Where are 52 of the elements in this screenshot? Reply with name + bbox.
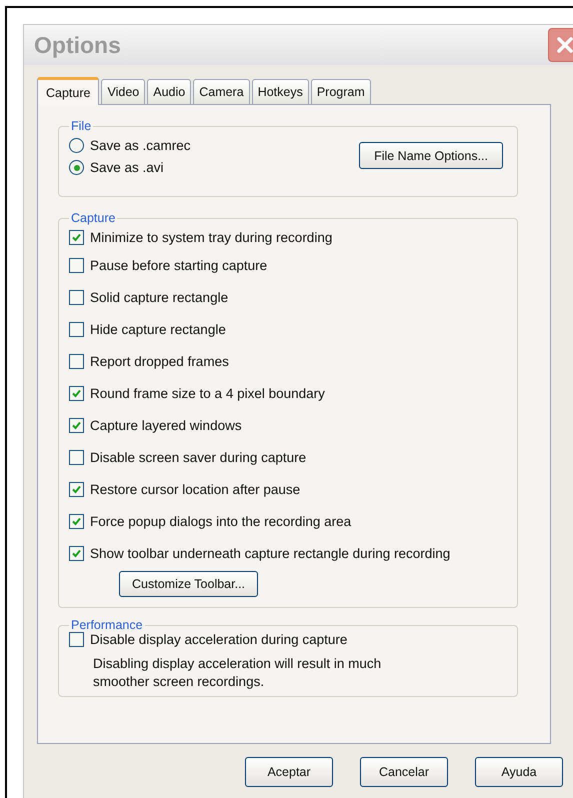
tab[interactable]: Hotkeys xyxy=(252,79,309,104)
radio-button[interactable] xyxy=(69,160,84,175)
check-icon xyxy=(71,232,82,242)
checkbox[interactable] xyxy=(69,258,84,272)
checkbox[interactable] xyxy=(69,546,84,560)
option-label: Restore cursor location after pause xyxy=(90,482,300,496)
tab[interactable]: Audio xyxy=(147,79,192,104)
group-title: Performance xyxy=(70,618,144,632)
tab[interactable]: Camera xyxy=(193,79,250,104)
checkbox[interactable] xyxy=(69,450,84,464)
checkbox[interactable] xyxy=(69,632,84,647)
check-icon xyxy=(71,548,82,558)
tab[interactable]: Program xyxy=(310,79,371,104)
window-title: Options xyxy=(34,32,121,58)
option-label: Save as .avi xyxy=(90,160,164,175)
option-label: Disable screen saver during capture xyxy=(90,450,306,464)
dialog-button[interactable]: Cancelar xyxy=(360,757,448,787)
checkbox[interactable] xyxy=(69,322,84,336)
option-label: Disable display acceleration during capture xyxy=(90,632,348,647)
check-icon xyxy=(71,484,82,494)
check-icon xyxy=(71,388,82,398)
option-label: Pause before starting capture xyxy=(90,258,268,272)
dialog-button[interactable]: Ayuda xyxy=(475,757,563,787)
check-icon xyxy=(71,420,82,430)
option-label: Force popup dialogs into the recording area xyxy=(90,514,352,528)
dialog-button[interactable]: Aceptar xyxy=(245,757,333,787)
customize-toolbar-button[interactable]: Customize Toolbar... xyxy=(119,571,258,597)
close-icon xyxy=(556,36,573,54)
tab[interactable]: Video xyxy=(101,79,146,104)
checkbox[interactable] xyxy=(69,386,84,400)
option-label: Solid capture rectangle xyxy=(90,290,228,304)
check-icon xyxy=(71,516,82,526)
checkbox[interactable] xyxy=(69,230,84,244)
option-label: Report dropped frames xyxy=(90,354,229,368)
option-label: Show toolbar underneath capture rectangle during recording xyxy=(90,546,450,560)
checkbox[interactable] xyxy=(69,482,84,496)
radio-button[interactable] xyxy=(69,138,84,153)
option-label: Save as .camrec xyxy=(90,138,191,153)
checkbox[interactable] xyxy=(69,354,84,368)
option-label: Hide capture rectangle xyxy=(90,322,226,336)
checkbox[interactable] xyxy=(69,514,84,528)
checkbox[interactable] xyxy=(69,418,84,432)
file-name-options-button[interactable]: File Name Options... xyxy=(359,142,503,169)
option-label: Round frame size to a 4 pixel boundary xyxy=(90,386,325,400)
note-text: Disabling display acceleration will result in much smoother screen recordings. xyxy=(93,655,382,690)
option-label: Capture layered windows xyxy=(90,418,242,432)
group-title: File xyxy=(70,119,92,133)
tab[interactable]: Capture xyxy=(37,77,100,105)
close-button[interactable] xyxy=(548,28,573,62)
group-title: Capture xyxy=(70,211,116,225)
option-label: Minimize to system tray during recording xyxy=(90,230,332,244)
checkbox[interactable] xyxy=(69,290,84,304)
